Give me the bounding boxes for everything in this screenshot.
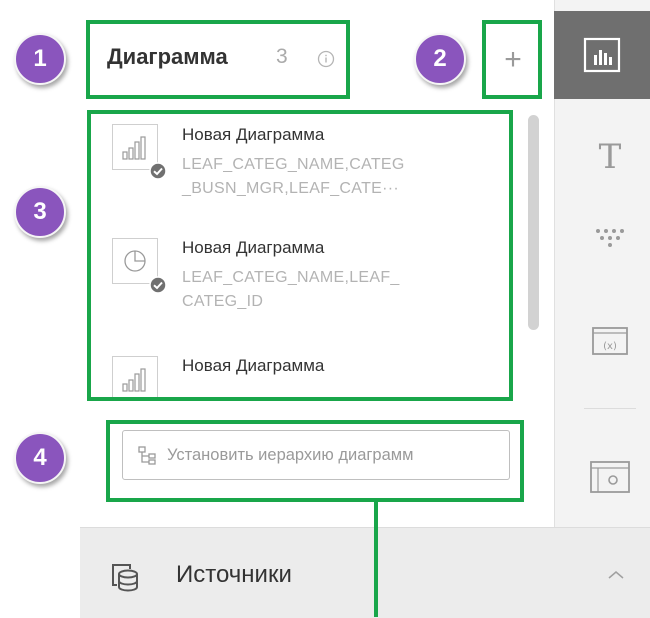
chart-fields: LEAF_CATEG_NAME,LEAF_ CATEG_ID <box>182 269 400 310</box>
add-chart-button[interactable]: + <box>493 40 533 80</box>
check-icon <box>149 276 167 294</box>
text-icon: T <box>598 137 622 177</box>
chart-count: 3 <box>276 45 288 68</box>
variable-tab[interactable]: (x) <box>590 325 630 357</box>
chart-title: Новая Диаграмма <box>182 238 325 257</box>
set-hierarchy-label: Установить иерархию диаграмм <box>167 445 414 464</box>
chart-list-item[interactable]: Новая Диаграмма <box>96 350 512 398</box>
annotation-badge-4: 4 <box>14 432 66 484</box>
annotation-badge-3: 3 <box>14 186 66 238</box>
info-icon[interactable] <box>317 50 335 68</box>
chart-list-item[interactable]: Новая Диаграмма LEAF_CATEG_NAME,LEAF_ CA… <box>96 234 512 334</box>
settings-tab[interactable] <box>588 459 632 495</box>
text-tab[interactable]: T <box>590 137 630 177</box>
toolbar-divider <box>584 408 636 409</box>
chart-title: Новая Диаграмма <box>182 125 325 144</box>
hierarchy-icon <box>138 446 156 465</box>
chart-title: Новая Диаграмма <box>182 356 325 375</box>
bar-chart-icon <box>112 356 158 398</box>
annotation-badge-2: 2 <box>414 33 466 85</box>
variable-icon: (x) <box>592 327 628 355</box>
chart-list-item[interactable]: Новая Диаграмма LEAF_CATEG_NAME,CATEG _B… <box>96 118 512 218</box>
annotation-badge-1: 1 <box>14 33 66 85</box>
chart-list: Новая Диаграмма LEAF_CATEG_NAME,CATEG _B… <box>96 110 512 398</box>
set-hierarchy-button[interactable]: Установить иерархию диаграмм <box>122 430 510 480</box>
list-scrollbar[interactable] <box>528 115 539 330</box>
svg-text:(x): (x) <box>603 341 617 352</box>
chart-tab-icon <box>583 37 621 73</box>
sources-label: Источники <box>176 561 292 588</box>
panel-settings-icon <box>590 461 630 493</box>
sources-section[interactable] <box>80 527 650 618</box>
panel-title: Диаграмма <box>107 44 228 69</box>
check-icon <box>149 162 167 180</box>
dots-funnel-icon <box>596 229 624 247</box>
plus-icon: + <box>504 43 522 76</box>
chart-fields: LEAF_CATEG_NAME,CATEG _BUSN_MGR,LEAF_CAT… <box>182 156 405 197</box>
filter-tab[interactable] <box>592 225 628 255</box>
chevron-up-icon[interactable] <box>606 568 626 582</box>
database-icon <box>112 564 138 592</box>
